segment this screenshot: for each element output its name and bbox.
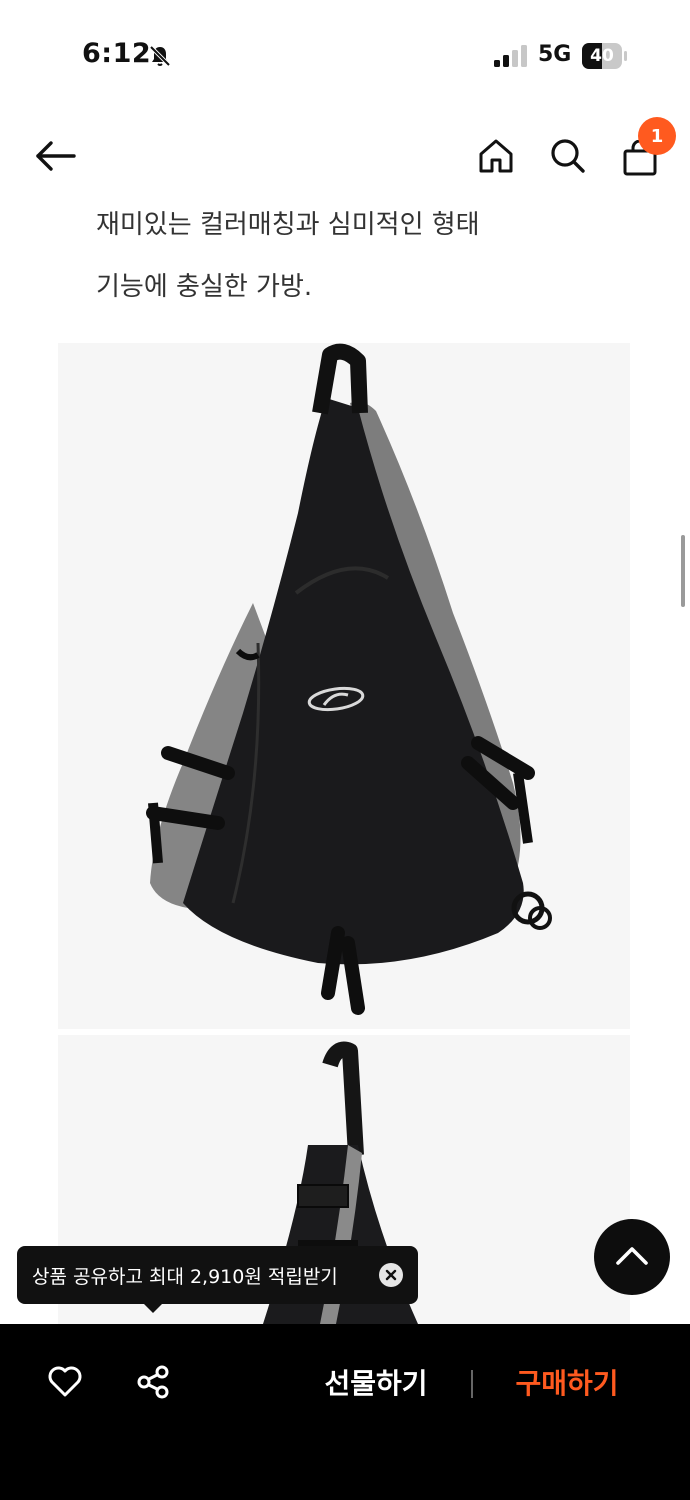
tooltip-close-button[interactable] <box>379 1263 403 1287</box>
status-bar: 6:12 5G 40 <box>0 0 690 110</box>
wishlist-button[interactable] <box>45 1364 85 1404</box>
bottom-action-bar: 선물하기 구매하기 <box>0 1324 690 1500</box>
home-icon <box>478 138 514 178</box>
heart-icon <box>47 1366 83 1402</box>
close-icon <box>385 1266 397 1285</box>
search-button[interactable] <box>543 133 593 183</box>
tooltip-pointer <box>143 1303 163 1313</box>
description-line-2: 기능에 충실한 가방. <box>96 272 313 302</box>
status-time: 6:12 <box>82 38 152 69</box>
product-image-front <box>58 343 630 1029</box>
description-line-1: 재미있는 컬러매칭과 심미적인 형태 <box>96 210 480 240</box>
buy-button[interactable]: 구매하기 <box>505 1360 629 1408</box>
cart-count-badge: 1 <box>638 117 676 155</box>
search-icon <box>550 138 586 178</box>
share-icon <box>136 1365 170 1403</box>
back-button[interactable] <box>30 133 80 183</box>
battery-level: 40 <box>590 46 614 66</box>
scroll-to-top-button[interactable] <box>594 1219 670 1295</box>
share-reward-text: 상품 공유하고 최대 2,910원 적립받기 <box>32 1266 338 1288</box>
share-button[interactable] <box>133 1364 173 1404</box>
gift-button[interactable]: 선물하기 <box>315 1360 437 1408</box>
cellular-signal-icon <box>494 45 528 67</box>
network-type: 5G <box>538 42 572 67</box>
arrow-left-icon <box>34 140 76 176</box>
share-reward-tooltip: 상품 공유하고 최대 2,910원 적립받기 <box>17 1246 418 1304</box>
action-divider <box>471 1370 473 1398</box>
bell-off-icon <box>148 44 172 68</box>
home-button[interactable] <box>471 133 521 183</box>
top-nav-bar <box>0 110 690 210</box>
scroll-indicator[interactable] <box>681 535 685 607</box>
chevron-up-icon <box>615 1244 649 1270</box>
